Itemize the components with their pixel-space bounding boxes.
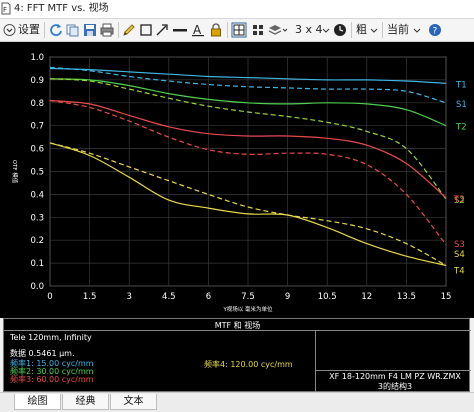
series-label-s4: S4: [454, 250, 465, 260]
grid-icon[interactable]: [251, 22, 265, 38]
toolbar-separator: [382, 22, 383, 38]
x-tick-label: 6: [206, 292, 211, 302]
layout-chevron-icon[interactable]: [322, 22, 330, 38]
x-tick-label: 3: [126, 292, 131, 302]
series-label-t4: T4: [453, 266, 465, 276]
thickness-chevron-icon[interactable]: [370, 22, 378, 38]
rectangle-icon[interactable]: [139, 22, 153, 38]
y-tick-label: 0.1: [30, 259, 44, 269]
y-tick-label: 0.3: [30, 213, 44, 223]
plot-area: 0 1.5 3 4.5 6 7.5 9 10.5 12 13.5 15 0.0 0.1 0.2 0.3 0.4…: [0, 42, 474, 318]
layout-dropdown[interactable]: 3 x 4: [295, 22, 323, 38]
settings-chevron-icon[interactable]: [3, 22, 16, 38]
tab-classic[interactable]: 经典: [62, 394, 109, 410]
title-bar: F 4: FFT MTF vs. 视场: [0, 0, 474, 19]
y-tick-label: 1.0: [30, 53, 44, 63]
tab-plot[interactable]: 绘图: [14, 394, 61, 410]
toolbar-separator: [44, 22, 45, 38]
svg-text:?: ?: [433, 27, 438, 37]
y-tick-label: 0.6: [30, 145, 44, 155]
y-tick-label: 0.5: [30, 168, 44, 178]
toolbar-separator: [227, 22, 228, 38]
settings-button[interactable]: 设置: [18, 22, 40, 38]
layers-icon[interactable]: [268, 22, 288, 38]
y-tick-label: 0.2: [30, 236, 44, 246]
clock-icon[interactable]: [333, 22, 347, 38]
series-label-t2: T2: [455, 123, 467, 133]
text-tool-icon[interactable]: A: [191, 22, 205, 38]
x-tick-label: 1.5: [83, 292, 97, 302]
info-line-1: Tele 120mm, Infinity: [10, 333, 92, 342]
toolbar: 设置 A 3 x 4 粗 当前 ?: [0, 19, 474, 42]
help-icon[interactable]: ?: [428, 22, 442, 38]
x-tick-label: 7.5: [241, 292, 255, 302]
x-tick-label: 13.5: [397, 292, 416, 302]
app-icon: F: [1, 2, 11, 15]
y-tick-label: 0.9: [30, 76, 44, 86]
svg-text:A: A: [193, 23, 202, 37]
x-axis-label: Y视场以 毫米为单位: [222, 305, 273, 313]
info-heading: MTF 和 视场: [214, 321, 261, 330]
pencil-icon[interactable]: [122, 22, 136, 38]
lock-icon[interactable]: [209, 22, 223, 38]
zoom-fit-icon[interactable]: [231, 22, 247, 38]
y-tick-label: 0.4: [30, 190, 44, 200]
x-tick-label: 12: [361, 292, 372, 302]
x-tick-label: 15: [441, 292, 452, 302]
refresh-icon[interactable]: [49, 22, 63, 38]
svg-text:F: F: [3, 6, 7, 14]
series-label-t3: T3: [453, 195, 465, 205]
arrow-icon[interactable]: [155, 22, 169, 38]
window-title: 4: FFT MTF vs. 视场: [14, 3, 109, 14]
toolbar-separator: [118, 22, 119, 38]
current-chevron-icon[interactable]: [413, 22, 421, 38]
x-tick-label: 9: [285, 292, 290, 302]
y-tick-label: 0.0: [30, 282, 44, 292]
tab-text[interactable]: 文本: [110, 394, 157, 410]
series-label-t1: T1: [455, 80, 467, 90]
print-icon[interactable]: [100, 22, 114, 38]
line-icon[interactable]: [172, 22, 188, 38]
toolbar-separator: [351, 22, 352, 38]
save-icon[interactable]: [83, 22, 97, 38]
frequency-3: 频率3: 60.00 cyc/mm: [10, 375, 94, 384]
y-tick-label: 0.8: [30, 99, 44, 109]
tab-bar: 绘图 经典 文本: [0, 392, 474, 412]
copy-icon[interactable]: [66, 22, 80, 38]
x-tick-label: 4.5: [162, 292, 176, 302]
series-label-s3: S3: [454, 240, 465, 250]
y-tick-label: 0.7: [30, 122, 44, 132]
current-dropdown[interactable]: 当前: [387, 22, 409, 38]
series-label-s1: S1: [456, 100, 467, 110]
frequency-4: 频率4: 120.00 cyc/mm: [204, 360, 293, 369]
info-panel: MTF 和 视场 Tele 120mm, Infinity 数据 0.5461 …: [3, 318, 471, 393]
info-line-2: 数据 0.5461 µm.: [10, 349, 75, 358]
x-tick-label: 0: [47, 292, 52, 302]
x-tick-label: 10.5: [318, 292, 337, 302]
mtf-chart: 0 1.5 3 4.5 6 7.5 9 10.5 12 13.5 15 0.0 0.1 0.2 0.3 0.4…: [11, 53, 467, 313]
info-file-name: XF 18-120mm F4 LM PZ WR.ZMX: [329, 372, 461, 381]
thickness-dropdown[interactable]: 粗: [356, 22, 367, 38]
info-config: 3的结构3: [377, 382, 413, 391]
y-axis-label: OTF 模值: [11, 160, 19, 184]
